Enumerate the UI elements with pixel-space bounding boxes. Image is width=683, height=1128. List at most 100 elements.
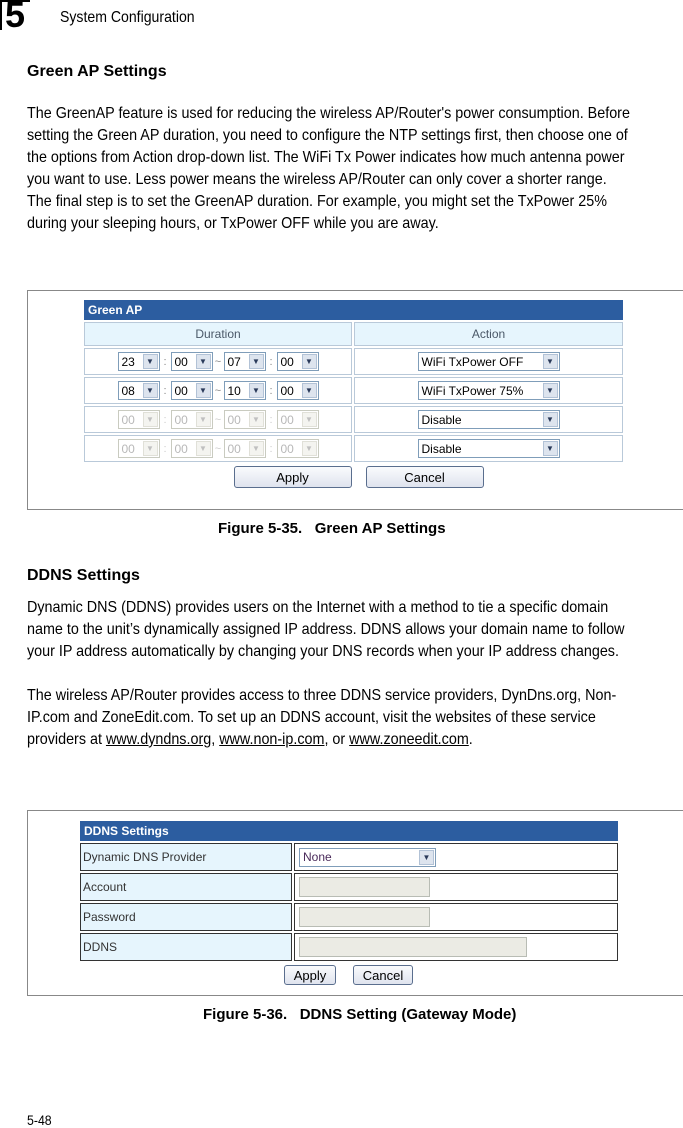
- ddns-panel: DDNS Settings Dynamic DNS Provider None ▼…: [80, 821, 618, 985]
- page-number: 5-48: [27, 1112, 52, 1128]
- ddns-title: DDNS Settings: [80, 821, 618, 841]
- start-hour-value: 23: [121, 354, 135, 369]
- action-value: WiFi TxPower OFF: [421, 354, 524, 369]
- green-ap-heading: Green AP Settings: [27, 63, 167, 80]
- end-minute-value: 00: [280, 354, 294, 369]
- action-value: Disable: [421, 441, 462, 456]
- duration-column-header: Duration: [84, 322, 352, 346]
- provider-label: Dynamic DNS Provider: [80, 843, 292, 871]
- action-select[interactable]: Disable ▼: [417, 439, 560, 458]
- password-label: Password: [80, 903, 292, 931]
- schedule-row: 00 ▼:00 ▼ ~00 ▼:00 ▼ Disable ▼: [84, 435, 623, 462]
- action-select[interactable]: Disable ▼: [417, 410, 560, 429]
- start-minute-select[interactable]: 00 ▼: [170, 410, 213, 429]
- green-ap-cancel-button[interactable]: Cancel: [365, 466, 484, 488]
- chevron-down-icon: ▼: [301, 383, 317, 398]
- action-select[interactable]: WiFi TxPower OFF ▼: [417, 352, 560, 371]
- colon-separator: :: [269, 355, 273, 368]
- link-zoneedit[interactable]: www.zoneedit.com: [349, 731, 469, 748]
- provider-value: None: [303, 850, 332, 864]
- action-cell: Disable ▼: [354, 435, 623, 462]
- colon-separator: :: [163, 442, 167, 455]
- start-hour-value: 00: [121, 441, 135, 456]
- end-hour-value: 10: [227, 383, 241, 398]
- end-minute-select[interactable]: 00 ▼: [276, 352, 319, 371]
- action-cell: WiFi TxPower 75% ▼: [354, 377, 623, 404]
- green-ap-description: The GreenAP feature is used for reducing…: [27, 105, 630, 232]
- action-select[interactable]: WiFi TxPower 75% ▼: [417, 381, 560, 400]
- ddns-cancel-button[interactable]: Cancel: [353, 965, 413, 985]
- figure-36-caption: Figure 5-36. DDNS Setting (Gateway Mode): [203, 1006, 517, 1023]
- start-hour-select[interactable]: 00 ▼: [117, 410, 160, 429]
- provider-select[interactable]: None ▼: [299, 847, 436, 867]
- end-hour-select[interactable]: 07 ▼: [223, 352, 266, 371]
- chevron-down-icon: ▼: [248, 412, 264, 427]
- chevron-down-icon: ▼: [248, 441, 264, 456]
- end-minute-value: 00: [280, 441, 294, 456]
- ddns-apply-button[interactable]: Apply: [284, 965, 336, 985]
- end-minute-value: 00: [280, 412, 294, 427]
- end-minute-select[interactable]: 00 ▼: [276, 439, 319, 458]
- chevron-down-icon: ▼: [195, 441, 211, 456]
- colon-separator: :: [269, 442, 273, 455]
- link-dyndns[interactable]: www.dyndns.org: [106, 731, 211, 748]
- ddns-label: DDNS: [80, 933, 292, 961]
- end-hour-select[interactable]: 00 ▼: [223, 439, 266, 458]
- end-hour-select[interactable]: 00 ▼: [223, 410, 266, 429]
- green-ap-panel: Green AP Duration Action 23 ▼:00 ▼ ~07 ▼:00 ▼…: [84, 300, 623, 488]
- end-hour-value: 00: [227, 412, 241, 427]
- colon-separator: :: [269, 413, 273, 426]
- start-hour-select[interactable]: 23 ▼: [117, 352, 160, 371]
- start-minute-select[interactable]: 00 ▼: [170, 381, 213, 400]
- password-input[interactable]: [299, 907, 430, 927]
- tilde-separator: ~: [214, 413, 222, 426]
- action-cell: Disable ▼: [354, 406, 623, 433]
- end-minute-value: 00: [280, 383, 294, 398]
- schedule-row: 23 ▼:00 ▼ ~07 ▼:00 ▼ WiFi TxPower OFF ▼: [84, 348, 623, 375]
- period: .: [468, 731, 473, 748]
- start-minute-select[interactable]: 00 ▼: [170, 439, 213, 458]
- ddns-input[interactable]: [299, 937, 527, 957]
- chevron-down-icon: ▼: [248, 354, 264, 369]
- start-minute-value: 00: [174, 354, 188, 369]
- duration-cell: 23 ▼:00 ▼ ~07 ▼:00 ▼: [84, 348, 352, 375]
- running-title: System Configuration: [60, 9, 195, 26]
- chevron-down-icon: ▼: [142, 441, 158, 456]
- schedule-row: 00 ▼:00 ▼ ~00 ▼:00 ▼ Disable ▼: [84, 406, 623, 433]
- colon-separator: :: [163, 384, 167, 397]
- green-ap-title: Green AP: [84, 300, 623, 320]
- account-input[interactable]: [299, 877, 430, 897]
- chevron-down-icon: ▼: [542, 441, 558, 456]
- end-hour-select[interactable]: 10 ▼: [223, 381, 266, 400]
- chevron-down-icon: ▼: [419, 849, 434, 865]
- action-value: WiFi TxPower 75%: [421, 383, 524, 398]
- start-hour-value: 00: [121, 412, 135, 427]
- action-cell: WiFi TxPower OFF ▼: [354, 348, 623, 375]
- start-minute-value: 00: [174, 412, 188, 427]
- chevron-down-icon: ▼: [301, 354, 317, 369]
- action-value: Disable: [421, 412, 462, 427]
- duration-cell: 00 ▼:00 ▼ ~00 ▼:00 ▼: [84, 435, 352, 462]
- ddns-providers-paragraph: The wireless AP/Router provides access t…: [27, 685, 634, 751]
- chevron-down-icon: ▼: [248, 383, 264, 398]
- separator: ,: [211, 731, 220, 748]
- end-minute-select[interactable]: 00 ▼: [276, 381, 319, 400]
- start-minute-value: 00: [174, 383, 188, 398]
- colon-separator: :: [269, 384, 273, 397]
- start-minute-value: 00: [174, 441, 188, 456]
- link-non-ip[interactable]: www.non-ip.com: [219, 731, 324, 748]
- chevron-down-icon: ▼: [301, 441, 317, 456]
- tilde-separator: ~: [214, 355, 222, 368]
- separator: , or: [324, 731, 350, 748]
- end-minute-select[interactable]: 00 ▼: [276, 410, 319, 429]
- chevron-down-icon: ▼: [542, 354, 558, 369]
- start-hour-select[interactable]: 00 ▼: [117, 439, 160, 458]
- action-column-header: Action: [354, 322, 623, 346]
- end-hour-value: 07: [227, 354, 241, 369]
- chevron-down-icon: ▼: [301, 412, 317, 427]
- chevron-down-icon: ▼: [195, 383, 211, 398]
- start-minute-select[interactable]: 00 ▼: [170, 352, 213, 371]
- chapter-number-tab: 5: [0, 0, 30, 35]
- start-hour-select[interactable]: 08 ▼: [117, 381, 160, 400]
- green-ap-apply-button[interactable]: Apply: [233, 466, 352, 488]
